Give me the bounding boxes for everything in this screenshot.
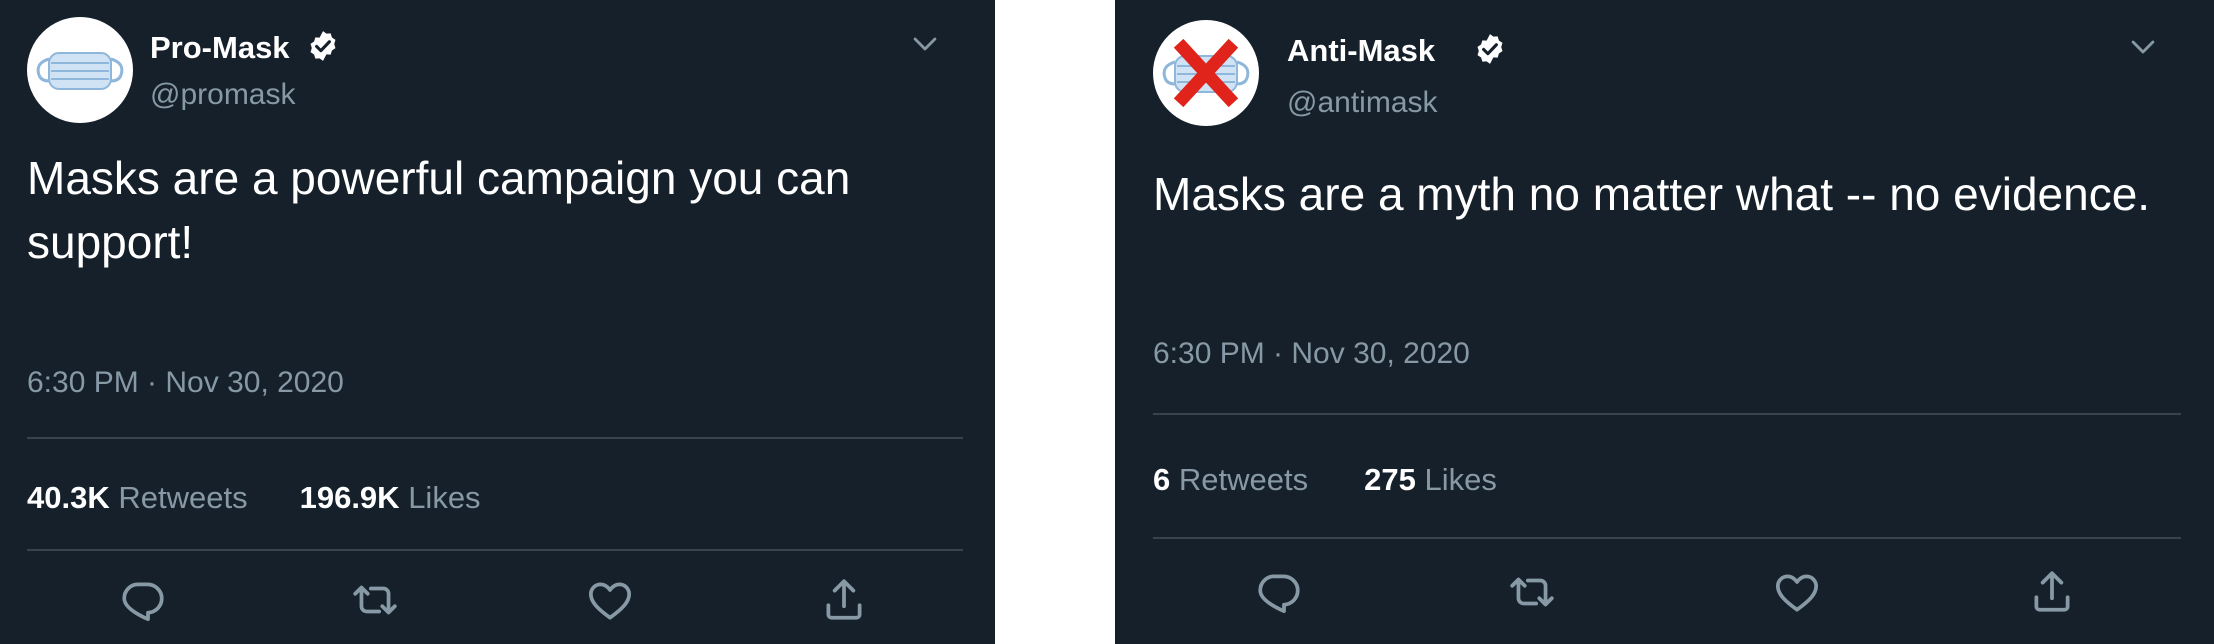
retweet-icon (353, 585, 397, 615)
tweet-text: Masks are a powerful campaign you can su… (27, 152, 851, 268)
handle[interactable]: @promask (150, 78, 296, 112)
likes-count: 196.9K (299, 480, 400, 515)
crossed-out-mask-icon (1162, 38, 1250, 108)
likes-stat[interactable]: 275 Likes (1364, 462, 1497, 498)
retweets-stat[interactable]: 6 Retweets (1153, 462, 1308, 498)
reply-icon (1258, 574, 1300, 614)
tweet-card-anti-mask: Anti-Mask @antimask Masks are a myth no … (1115, 0, 2214, 644)
avatar[interactable] (1153, 20, 1259, 126)
retweet-button[interactable] (1507, 567, 1557, 617)
like-icon (1775, 574, 1819, 612)
retweets-count: 6 (1153, 462, 1171, 497)
reply-button[interactable] (1254, 567, 1304, 617)
display-name[interactable]: Pro-Mask (150, 30, 290, 66)
divider (27, 437, 963, 439)
likes-label: Likes (1424, 462, 1497, 497)
reply-button[interactable] (118, 575, 168, 625)
share-icon (826, 579, 862, 620)
tweet-text: Masks are a myth no matter what -- no ev… (1153, 168, 2151, 220)
handle[interactable]: @antimask (1287, 86, 1438, 120)
tweet-card-pro-mask: Pro-Mask @promask Masks are a powerful c… (0, 0, 995, 644)
display-name[interactable]: Anti-Mask (1287, 33, 1435, 69)
likes-count: 275 (1364, 462, 1416, 497)
verified-badge-icon (310, 31, 336, 61)
likes-label: Likes (408, 480, 481, 515)
share-icon (2034, 571, 2070, 612)
retweet-button[interactable] (350, 575, 400, 625)
chevron-down-icon[interactable] (2126, 30, 2160, 64)
reply-icon (122, 582, 164, 622)
share-button[interactable] (819, 575, 869, 625)
like-icon (588, 582, 632, 620)
engagement-stats: 40.3K Retweets 196.9K Likes (27, 480, 481, 516)
retweets-count: 40.3K (27, 480, 110, 515)
retweets-stat[interactable]: 40.3K Retweets (27, 480, 248, 516)
engagement-stats: 6 Retweets 275 Likes (1153, 462, 1497, 498)
chevron-down-icon[interactable] (908, 27, 942, 61)
surgical-mask-icon (36, 52, 124, 90)
divider (27, 549, 963, 551)
timestamp[interactable]: 6:30 PM · Nov 30, 2020 (27, 366, 344, 400)
retweet-icon (1510, 577, 1554, 607)
timestamp[interactable]: 6:30 PM · Nov 30, 2020 (1153, 337, 1470, 371)
avatar[interactable] (27, 17, 133, 123)
likes-stat[interactable]: 196.9K Likes (300, 480, 481, 516)
like-button[interactable] (585, 575, 635, 625)
divider (1153, 537, 2181, 539)
retweets-label: Retweets (118, 480, 248, 515)
retweets-label: Retweets (1178, 462, 1309, 497)
share-button[interactable] (2027, 567, 2077, 617)
divider (1153, 413, 2181, 415)
like-button[interactable] (1772, 567, 1822, 617)
verified-badge-icon (1477, 34, 1503, 64)
